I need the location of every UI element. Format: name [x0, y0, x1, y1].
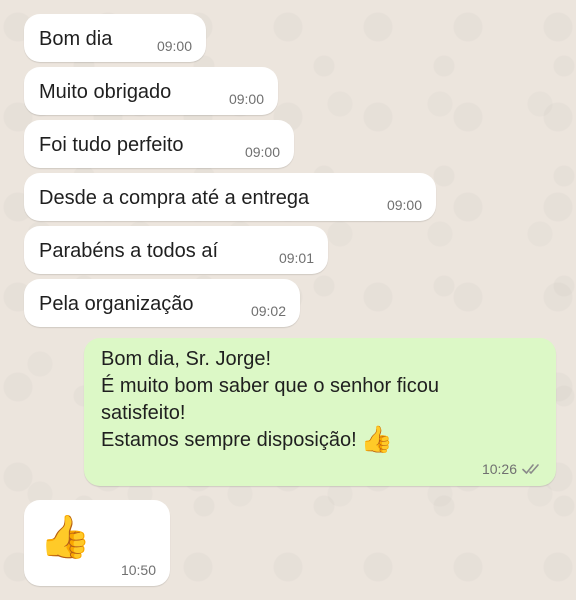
- message-text: Desde a compra até a entrega: [39, 187, 310, 209]
- message-meta: 10:26: [482, 461, 542, 478]
- incoming-message[interactable]: Desde a compra até a entrega 09:00: [24, 173, 436, 221]
- message-time: 10:26: [481, 461, 517, 477]
- chat-area[interactable]: Bom dia 09:00 Muito obrigado 09:00 Foi t…: [0, 0, 576, 600]
- message-time: 09:00: [228, 91, 264, 107]
- message-line-last: Estamos sempre disposição! 👍: [101, 424, 439, 454]
- message-text: Bom dia: [39, 28, 113, 50]
- outgoing-message[interactable]: Bom dia, Sr. Jorge! É muito bom saber qu…: [84, 338, 556, 486]
- incoming-message[interactable]: Muito obrigado 09:00: [24, 67, 278, 115]
- incoming-message[interactable]: Bom dia 09:00: [24, 14, 206, 62]
- message-time: 09:01: [278, 250, 314, 266]
- message-time: 10:50: [120, 562, 156, 578]
- incoming-message[interactable]: Pela organização 09:02: [24, 279, 300, 327]
- incoming-message[interactable]: Foi tudo perfeito 09:00: [24, 120, 294, 168]
- message-line: Estamos sempre disposição!: [101, 429, 357, 451]
- message-time: 09:02: [250, 303, 286, 319]
- message-time: 09:00: [244, 144, 280, 160]
- message-text: Foi tudo perfeito: [39, 134, 184, 156]
- message-line: satisfeito!: [101, 402, 186, 424]
- incoming-message[interactable]: Parabéns a todos aí 09:01: [24, 226, 328, 274]
- message-time: 09:00: [156, 38, 192, 54]
- thumbs-up-emoji: 👍: [39, 513, 92, 560]
- outgoing-message-body: Bom dia, Sr. Jorge! É muito bom saber qu…: [101, 346, 439, 454]
- message-line: Bom dia, Sr. Jorge!: [101, 348, 272, 370]
- message-text: Parabéns a todos aí: [39, 240, 219, 262]
- incoming-sticker-message[interactable]: 👍 10:50: [24, 500, 170, 586]
- message-text: Pela organização: [39, 293, 194, 315]
- thumbs-up-emoji: 👍: [360, 424, 394, 454]
- double-check-icon: [522, 462, 542, 478]
- message-line: É muito bom saber que o senhor ficou: [101, 375, 439, 397]
- message-time: 09:00: [386, 197, 422, 213]
- message-text: Muito obrigado: [39, 81, 172, 103]
